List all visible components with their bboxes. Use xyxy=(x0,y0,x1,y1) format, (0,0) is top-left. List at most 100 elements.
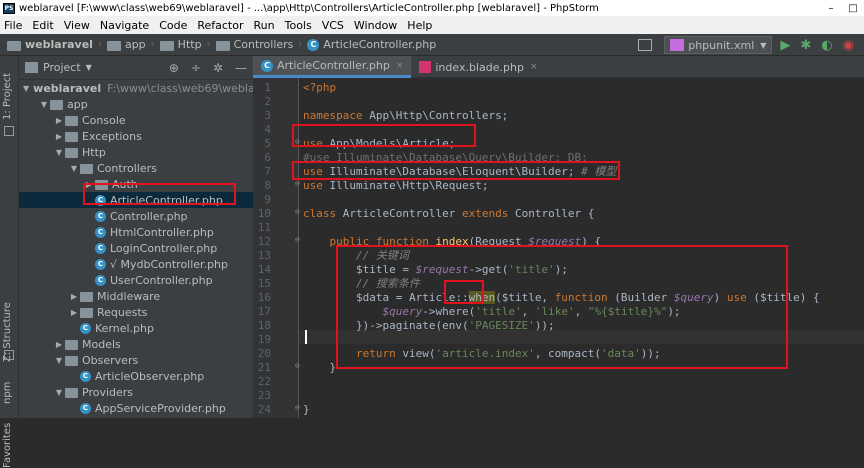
tree-item[interactable]: C AppServiceProvider.php xyxy=(19,400,253,416)
minimize-button[interactable]: – xyxy=(820,3,842,14)
collapsed-arrow-icon[interactable]: ▶ xyxy=(53,116,65,125)
menu-item-code[interactable]: Code xyxy=(155,19,193,32)
breadcrumb-file[interactable]: ArticleController.php xyxy=(323,38,436,51)
collapsed-arrow-icon[interactable]: ▶ xyxy=(68,292,80,301)
code-line: #use Illuminate\Database\Query\Builder; … xyxy=(303,151,588,165)
menu-item-file[interactable]: File xyxy=(0,19,28,32)
fold-marker-icon[interactable]: ⊖ xyxy=(295,403,300,412)
line-number: 6 xyxy=(264,151,271,164)
code-token: return xyxy=(355,347,403,360)
tree-item[interactable]: ▶ Requests xyxy=(19,304,253,320)
terminal-icon[interactable] xyxy=(638,39,653,51)
fold-marker-icon[interactable]: ⊖ xyxy=(295,207,300,216)
profiler-icon[interactable]: ◉ xyxy=(843,38,854,53)
debug-icon[interactable]: ✱ xyxy=(800,38,811,53)
fold-marker-icon[interactable]: ⊖ xyxy=(295,179,300,188)
menu-item-tools[interactable]: Tools xyxy=(281,19,318,32)
fold-marker-icon[interactable]: ⊖ xyxy=(295,235,300,244)
npm-tool-icon xyxy=(4,350,14,360)
menu-item-window[interactable]: Window xyxy=(350,19,403,32)
fold-marker-icon[interactable]: ⊖ xyxy=(295,361,300,370)
code-token: class xyxy=(303,207,343,220)
tab-index-blade-php[interactable]: index.blade.php × xyxy=(411,56,545,78)
tree-item[interactable]: ▼ Http xyxy=(19,144,253,160)
tree-item[interactable]: C Controller.php xyxy=(19,208,253,224)
collapsed-arrow-icon[interactable]: ▶ xyxy=(83,180,95,189)
tree-item[interactable]: ▶ Console xyxy=(19,112,253,128)
tree-item[interactable]: C LoginController.php xyxy=(19,240,253,256)
tree-item[interactable]: C ArticleObserver.php xyxy=(19,368,253,384)
tree-item[interactable]: C HtmlController.php xyxy=(19,224,253,240)
collapsed-arrow-icon[interactable]: ▶ xyxy=(68,308,80,317)
breadcrumb-http[interactable]: Http xyxy=(178,38,202,51)
project-view-selector[interactable]: Project xyxy=(43,61,81,74)
tab-articlecontroller-php[interactable]: C ArticleController.php × xyxy=(253,56,412,78)
expanded-arrow-icon[interactable]: ▼ xyxy=(53,148,65,157)
menu-item-navigate[interactable]: Navigate xyxy=(96,19,155,32)
npm-tool-button[interactable]: npm xyxy=(2,382,13,404)
coverage-icon[interactable]: ◐ xyxy=(821,38,832,53)
favorites-tool-button[interactable]: Favorites xyxy=(2,423,13,468)
tree-item[interactable]: C Kernel.php xyxy=(19,320,253,336)
tree-item[interactable]: C UserController.php xyxy=(19,272,253,288)
tree-item[interactable]: ▶ Exceptions xyxy=(19,128,253,144)
tree-item[interactable]: ▶ Middleware xyxy=(19,288,253,304)
code-line: // 关键词 xyxy=(303,249,409,263)
tree-item[interactable]: C ArticleController.php xyxy=(19,192,253,208)
menu-item-help[interactable]: Help xyxy=(403,19,438,32)
code-token: view( xyxy=(402,347,436,360)
php-class-icon: C xyxy=(95,242,106,254)
run-icon[interactable]: ▶ xyxy=(780,38,790,53)
expanded-arrow-icon[interactable]: ▼ xyxy=(68,164,80,173)
php-class-icon: C xyxy=(95,210,106,222)
collapse-all-icon[interactable]: ÷ xyxy=(191,61,201,75)
locate-icon[interactable]: ⊕ xyxy=(169,61,179,75)
expanded-arrow-icon[interactable]: ▼ xyxy=(38,100,50,109)
close-icon[interactable]: × xyxy=(530,62,538,72)
tree-item[interactable]: C √ MydbController.php xyxy=(19,256,253,272)
gear-icon[interactable]: ✲ xyxy=(213,61,223,75)
tree-item[interactable]: ▼ Observers xyxy=(19,352,253,368)
folder-icon xyxy=(80,292,93,302)
code-line: use App\Models\Article; xyxy=(303,137,455,151)
breadcrumb-app[interactable]: app xyxy=(125,38,146,51)
menu-item-run[interactable]: Run xyxy=(250,19,281,32)
tree-item[interactable]: ▼ Controllers xyxy=(19,160,253,176)
code-token: "%{$title}%" xyxy=(587,305,668,318)
project-tool-button[interactable]: 1: Project xyxy=(2,73,13,120)
expanded-arrow-icon[interactable]: ▼ xyxy=(53,356,65,365)
window-controls: – □ xyxy=(820,0,864,16)
collapsed-arrow-icon[interactable]: ▶ xyxy=(53,132,65,141)
tree-item[interactable]: ▼ Providers xyxy=(19,384,253,400)
run-configuration-select[interactable]: phpunit.xml ▼ xyxy=(664,36,773,54)
code-token: ) { xyxy=(581,235,602,248)
menu-item-refactor[interactable]: Refactor xyxy=(193,19,249,32)
maximize-button[interactable]: □ xyxy=(842,3,864,14)
tree-item[interactable]: ▼ app xyxy=(19,96,253,112)
expanded-arrow-icon[interactable]: ▼ xyxy=(53,388,65,397)
code-token: App\Models\Article; xyxy=(329,137,456,150)
menu-item-vcs[interactable]: VCS xyxy=(318,19,350,32)
tree-item[interactable]: ▶ Models xyxy=(19,336,253,352)
menu-item-edit[interactable]: Edit xyxy=(28,19,59,32)
collapsed-arrow-icon[interactable]: ▶ xyxy=(53,340,65,349)
breadcrumb-controllers[interactable]: Controllers xyxy=(234,38,294,51)
line-number: 13 xyxy=(257,249,271,262)
chevron-down-icon[interactable]: ▼ xyxy=(86,63,92,72)
project-view-icon xyxy=(25,62,38,73)
breadcrumb-project[interactable]: weblaravel xyxy=(25,38,93,51)
close-icon[interactable]: × xyxy=(396,61,404,71)
tree-item[interactable]: ▼ weblaravel F:\www\class\web69\weblaravel xyxy=(19,80,253,96)
code-line: namespace App\Http\Controllers; xyxy=(303,109,508,123)
tree-item[interactable]: ▶ Auth xyxy=(19,176,253,192)
line-number: 21 xyxy=(257,361,271,374)
run-configuration-label: phpunit.xml xyxy=(688,38,755,52)
hide-icon[interactable]: — xyxy=(235,61,247,75)
fold-marker-icon[interactable]: ⊖ xyxy=(295,137,300,146)
folder-icon xyxy=(50,100,63,110)
expanded-arrow-icon[interactable]: ▼ xyxy=(23,84,29,93)
code-editor[interactable]: 1 2 3 4 5 6 7 8 9 10 11 12 13 14 15 16 17 18 19 20 21 22 23 24 … xyxy=(253,78,864,418)
menu-item-view[interactable]: View xyxy=(60,19,96,32)
line-number: 16 xyxy=(257,291,271,304)
